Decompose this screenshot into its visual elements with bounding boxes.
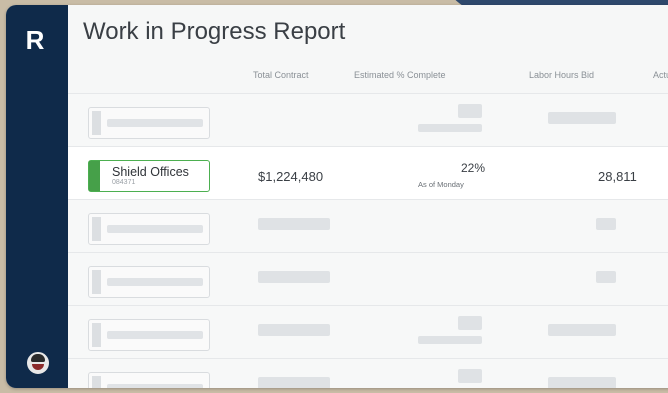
percent-complete-value: 22% (461, 161, 486, 175)
table-row-active[interactable]: Shield Offices 084371 $1,224,480 22% As … (68, 146, 668, 199)
job-status-stripe (89, 161, 100, 191)
placeholder-bar (596, 218, 616, 230)
table-row[interactable] (68, 199, 668, 252)
table-row[interactable] (68, 358, 668, 388)
labor-hours-bid-value: 28,811 (598, 169, 637, 184)
placeholder-bar (548, 377, 616, 388)
main-panel: Work in Progress Report Total Contract E… (68, 5, 668, 388)
header-estimated-complete[interactable]: Estimated % Complete (354, 70, 446, 80)
app-window: R Work in Progress Report Total Contract… (6, 5, 668, 388)
header-labor-hours-bid[interactable]: Labor Hours Bid (529, 70, 594, 80)
placeholder-bar (258, 324, 330, 336)
job-chip-placeholder[interactable] (88, 372, 210, 388)
total-contract-value: $1,224,480 (258, 169, 324, 184)
placeholder-bar (548, 324, 616, 336)
header-total-contract[interactable]: Total Contract (253, 70, 309, 80)
job-chip-placeholder[interactable] (88, 266, 210, 298)
percent-complete-note: As of Monday (418, 180, 464, 189)
user-avatar-icon[interactable] (25, 350, 51, 376)
app-logo[interactable]: R (20, 24, 50, 56)
header-actual[interactable]: Actu (653, 70, 668, 80)
table-row[interactable] (68, 305, 668, 358)
placeholder-bar (418, 336, 482, 344)
placeholder-bar (596, 271, 616, 283)
placeholder-bar (458, 316, 482, 330)
table-row[interactable] (68, 252, 668, 305)
placeholder-bar (458, 104, 482, 118)
table-row[interactable] (68, 93, 668, 146)
placeholder-bar (258, 271, 330, 283)
job-chip-placeholder[interactable] (88, 213, 210, 245)
sidebar: R (6, 5, 68, 388)
placeholder-bar (258, 377, 330, 388)
placeholder-bar (548, 112, 616, 124)
job-chip-placeholder[interactable] (88, 319, 210, 351)
placeholder-bar (418, 124, 482, 132)
job-chip[interactable]: Shield Offices 084371 (88, 160, 210, 192)
job-number: 084371 (112, 179, 136, 186)
job-name: Shield Offices (112, 165, 189, 179)
job-chip-placeholder[interactable] (88, 107, 210, 139)
placeholder-bar (458, 369, 482, 383)
page-title: Work in Progress Report (83, 18, 346, 45)
placeholder-bar (258, 218, 330, 230)
